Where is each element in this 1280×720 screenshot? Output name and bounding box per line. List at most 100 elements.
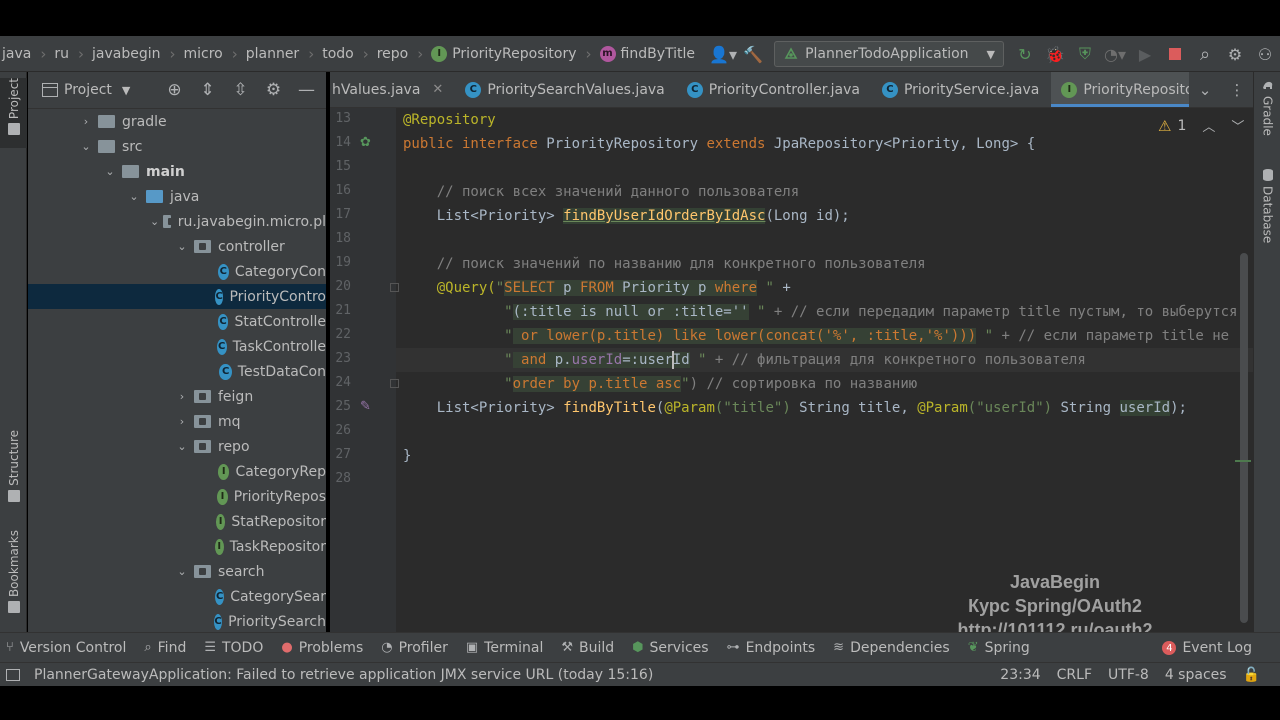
code-editor[interactable]: 13 14 15 16 17 18 19 20 21 22 23 24 25 2…: [330, 108, 1253, 632]
attach-icon[interactable]: ▶: [1130, 39, 1160, 69]
tab-actions: ⌄ ⋮: [1189, 72, 1253, 107]
tree-node[interactable]: C CategoryCon: [28, 259, 326, 284]
build-hammer-icon[interactable]: 🔨: [738, 39, 768, 69]
search-icon[interactable]: ⌕: [1190, 39, 1220, 69]
chevron-down-icon[interactable]: ﹀: [1231, 116, 1244, 135]
fold-icon[interactable]: [390, 379, 399, 388]
chevron-down-icon[interactable]: ⌄: [1189, 81, 1221, 99]
breadcrumb-item[interactable]: I PriorityRepository ›: [431, 45, 599, 63]
tab-file[interactable]: hValues.java ✕: [330, 72, 455, 107]
stop-icon[interactable]: [1160, 39, 1190, 69]
package-icon: [194, 415, 211, 428]
tree-node[interactable]: ⌄ repo: [28, 434, 326, 459]
more-icon[interactable]: ⋮: [1221, 81, 1253, 99]
tree-node[interactable]: C PrioritySearch: [28, 609, 326, 632]
spring-bean-icon[interactable]: ✿: [360, 135, 371, 150]
letterbox-bottom: [0, 686, 1280, 720]
inspection-widget[interactable]: ⚠ 1 ︿ ﹀: [1158, 116, 1244, 136]
chevron-up-icon[interactable]: ︿: [1202, 116, 1215, 135]
spring-button[interactable]: ❦ Spring: [968, 640, 1030, 656]
line-number: 18: [335, 231, 351, 246]
breadcrumb-item[interactable]: java ›: [2, 45, 54, 63]
problems-button[interactable]: ● Problems: [281, 640, 363, 656]
status-message[interactable]: PlannerGatewayApplication: Failed to ret…: [34, 667, 653, 683]
gear-icon[interactable]: ⚙: [257, 80, 290, 100]
tree-node[interactable]: › gradle: [28, 109, 326, 134]
user-icon[interactable]: 👤▾: [708, 39, 738, 69]
project-tool-tab[interactable]: Project: [0, 78, 27, 148]
line-number: 21: [335, 303, 351, 318]
todo-button[interactable]: ☰ TODO: [204, 640, 263, 656]
tab-file[interactable]: C PriorityService.java: [872, 72, 1051, 107]
chevron-down-icon: ⌄: [177, 240, 187, 253]
version-control-button[interactable]: ⑂ Version Control: [6, 640, 126, 656]
tab-file[interactable]: C PrioritySearchValues.java: [455, 72, 676, 107]
locate-icon[interactable]: ⊕: [158, 80, 191, 100]
breadcrumb-item[interactable]: m findByTitle: [599, 45, 695, 62]
tree-node[interactable]: ⌄ java: [28, 184, 326, 209]
tree-node[interactable]: ⌄ main: [28, 159, 326, 184]
tree-node[interactable]: I StatRepositor: [28, 509, 326, 534]
endpoints-button[interactable]: ⊶ Endpoints: [727, 640, 816, 656]
breadcrumb-item[interactable]: planner ›: [246, 45, 322, 63]
structure-tool-tab[interactable]: Structure: [0, 430, 27, 510]
tree-node[interactable]: C CategorySear: [28, 584, 326, 609]
tree-node[interactable]: › feign: [28, 384, 326, 409]
gradle-tool-tab[interactable]: Gradle: [1254, 78, 1280, 158]
project-view-selector[interactable]: Project ▼: [42, 82, 130, 98]
debug-icon[interactable]: 🐞: [1040, 39, 1070, 69]
breadcrumb-item[interactable]: micro ›: [183, 45, 245, 63]
rerun-icon[interactable]: ↻: [1010, 39, 1040, 69]
indent-setting[interactable]: 4 spaces: [1165, 667, 1227, 683]
spring-query-icon[interactable]: ✎: [360, 399, 371, 414]
line-number: 19: [335, 255, 351, 270]
tree-node[interactable]: I PriorityRepos: [28, 484, 326, 509]
run-configuration-select[interactable]: PlannerTodoApplication ▼: [774, 41, 1004, 67]
profile-icon[interactable]: ◔▾: [1100, 39, 1130, 69]
tree-node[interactable]: ⌄ src: [28, 134, 326, 159]
profiler-button[interactable]: ◔ Profiler: [381, 640, 448, 656]
folder-icon: [122, 165, 139, 178]
dependencies-button[interactable]: ≋ Dependencies: [833, 640, 950, 656]
hide-icon[interactable]: —: [290, 80, 323, 100]
find-button[interactable]: ⌕ Find: [144, 640, 186, 656]
lock-icon[interactable]: 🔓: [1243, 667, 1260, 683]
expand-all-icon[interactable]: ⇕: [191, 80, 224, 100]
breadcrumb-item[interactable]: repo ›: [377, 45, 432, 63]
tree-node[interactable]: ⌄ controller: [28, 234, 326, 259]
line-number: 20: [335, 279, 351, 294]
tab-file[interactable]: C PriorityController.java: [677, 72, 872, 107]
coverage-icon[interactable]: ⛨: [1070, 39, 1100, 69]
interface-icon: I: [431, 45, 448, 62]
tree-node[interactable]: ⌄ search: [28, 559, 326, 584]
tree-node[interactable]: C StatControlle: [28, 309, 326, 334]
tree-node[interactable]: ⌄ ru.javabegin.micro.pl: [28, 209, 326, 234]
tree-node[interactable]: C TaskControlle: [28, 334, 326, 359]
file-encoding[interactable]: UTF-8: [1108, 667, 1149, 683]
terminal-button[interactable]: ▣ Terminal: [466, 640, 543, 656]
breadcrumb-item[interactable]: todo ›: [322, 45, 377, 63]
build-button[interactable]: ⚒ Build: [561, 640, 614, 656]
database-tool-tab[interactable]: Database: [1254, 168, 1280, 258]
toggle-tool-windows-icon[interactable]: [6, 668, 20, 681]
code-with-me-icon[interactable]: ⚇: [1250, 39, 1280, 69]
bookmarks-tool-tab[interactable]: Bookmarks: [0, 530, 27, 620]
close-icon[interactable]: ✕: [432, 82, 443, 97]
breadcrumb-item[interactable]: ru ›: [54, 45, 92, 63]
gear-icon[interactable]: ⚙: [1220, 39, 1250, 69]
tree-node[interactable]: C TestDataCon: [28, 359, 326, 384]
tree-node-selected[interactable]: C PriorityContro: [28, 284, 326, 309]
event-log-button[interactable]: 4 Event Log: [1162, 640, 1252, 656]
tree-node[interactable]: › mq: [28, 409, 326, 434]
services-button[interactable]: ⬢ Services: [632, 640, 708, 656]
tree-node[interactable]: I TaskRepositor: [28, 534, 326, 559]
project-panel: Project ▼ ⊕ ⇕ ⇳ ⚙ — › gradle ⌄ src ⌄ main ⌄…: [28, 72, 326, 632]
breadcrumb-item[interactable]: javabegin ›: [92, 45, 183, 63]
source-folder-icon: [146, 190, 163, 203]
tree-node[interactable]: I CategoryRep: [28, 459, 326, 484]
caret-position[interactable]: 23:34: [1000, 667, 1040, 683]
line-separator[interactable]: CRLF: [1057, 667, 1092, 683]
editor-scrollbar[interactable]: [1240, 253, 1248, 623]
collapse-all-icon[interactable]: ⇳: [224, 80, 257, 100]
fold-icon[interactable]: [390, 283, 399, 292]
